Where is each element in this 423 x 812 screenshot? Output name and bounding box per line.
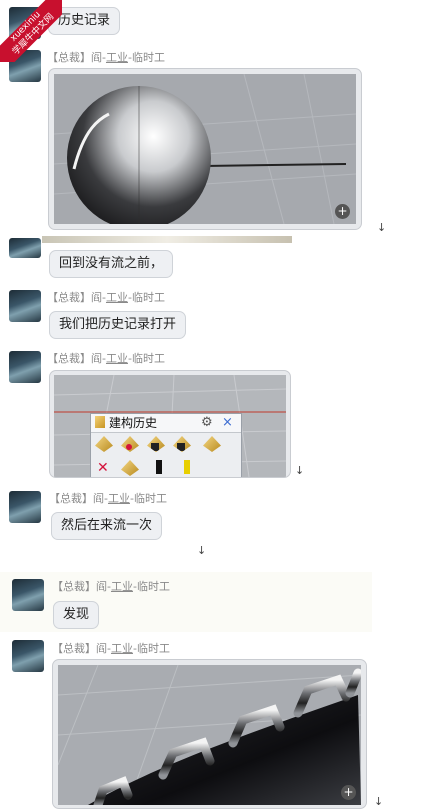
- sender-name-part: -临时工: [127, 291, 165, 304]
- zoom-in-icon[interactable]: +: [341, 785, 356, 800]
- panel-titlebar: 建构历史 ⚙ ×: [91, 414, 241, 433]
- sender-name-link[interactable]: 工业: [106, 352, 128, 365]
- sender-name: 【总裁】阎-工业-临时工: [47, 350, 165, 366]
- sender-name-part: 阎-: [96, 642, 111, 655]
- tube-render: [58, 665, 361, 805]
- avatar: [9, 238, 41, 258]
- avatar: [9, 491, 41, 523]
- rhino-viewport-image: +: [58, 665, 361, 805]
- zoom-in-icon[interactable]: +: [335, 204, 350, 219]
- gear-icon[interactable]: ⚙: [201, 414, 213, 431]
- update-history-button[interactable]: [147, 436, 165, 452]
- sender-name: 【总裁】阎-工业-临时工: [52, 640, 170, 656]
- close-icon[interactable]: ×: [222, 414, 233, 431]
- down-arrow-icon[interactable]: ↓: [295, 464, 304, 477]
- message-bubble: 发现: [53, 601, 100, 629]
- panel-title: 建构历史: [109, 416, 158, 430]
- history-icon: [95, 416, 105, 428]
- sender-name-part: 阎-: [93, 492, 108, 505]
- sender-name-part: 阎-: [96, 580, 111, 593]
- sender-tag: 【总裁】: [52, 642, 96, 655]
- sender-tag: 【总裁】: [47, 352, 91, 365]
- avatar: [12, 640, 44, 672]
- sender-name-part: 阎-: [91, 291, 106, 304]
- sphere-render: [54, 74, 356, 224]
- sender-name-part: -临时工: [127, 352, 165, 365]
- sender-name-part: 阎-: [91, 51, 106, 64]
- select-parent-button[interactable]: [151, 458, 169, 474]
- down-arrow-icon[interactable]: ↓: [377, 221, 386, 234]
- sender-name-link[interactable]: 工业: [111, 642, 133, 655]
- sender-name-link[interactable]: 工业: [106, 291, 128, 304]
- sender-name: 【总裁】阎-工业-临时工: [47, 49, 165, 65]
- message-bubble: 我们把历史记录打开: [49, 311, 187, 339]
- select-child-button[interactable]: [179, 458, 197, 474]
- sender-tag: 【总裁】: [47, 291, 91, 304]
- sender-name-part: -临时工: [132, 642, 170, 655]
- down-arrow-icon[interactable]: ↓: [197, 544, 206, 557]
- avatar: [12, 579, 44, 611]
- purge-history-button[interactable]: ✕: [95, 460, 113, 476]
- lock-child-button[interactable]: [173, 436, 191, 452]
- history-tool-button[interactable]: [95, 436, 113, 452]
- down-arrow-icon[interactable]: ↓: [374, 795, 383, 808]
- image-strip: [42, 236, 292, 243]
- image-message[interactable]: 建构历史 ⚙ × ✕: [49, 370, 291, 478]
- record-history-button[interactable]: [121, 436, 139, 452]
- message-bubble: 回到没有流之前，: [49, 250, 174, 278]
- sender-name-part: -临时工: [129, 492, 167, 505]
- build-history-panel: 建构历史 ⚙ × ✕: [90, 413, 242, 477]
- history-tool-button[interactable]: [121, 460, 139, 476]
- image-message[interactable]: +: [48, 68, 362, 230]
- sender-name-part: 阎-: [91, 352, 106, 365]
- watermark-logo: xuexiniu 学犀牛中文网: [0, 0, 62, 62]
- rhino-viewport-image: +: [54, 74, 356, 224]
- avatar: [9, 351, 41, 383]
- sender-name: 【总裁】阎-工业-临时工: [47, 289, 165, 305]
- watermark-text: 学犀牛中文网: [10, 11, 57, 58]
- sender-name-link[interactable]: 工业: [106, 51, 128, 64]
- sender-tag: 【总裁】: [52, 580, 96, 593]
- avatar: [9, 290, 41, 322]
- watermark-band: xuexiniu 学犀牛中文网: [0, 0, 62, 62]
- sender-name: 【总裁】阎-工业-临时工: [52, 578, 170, 594]
- sender-tag: 【总裁】: [49, 492, 93, 505]
- rhino-viewport-image: 建构历史 ⚙ × ✕: [54, 375, 286, 477]
- message-bubble: 然后在来流一次: [51, 512, 163, 540]
- image-message[interactable]: +: [52, 659, 367, 809]
- sender-name-part: -临时工: [127, 51, 165, 64]
- sender-name-link[interactable]: 工业: [108, 492, 130, 505]
- sender-name: 【总裁】阎-工业-临时工: [49, 490, 167, 506]
- sender-name-link[interactable]: 工业: [111, 580, 133, 593]
- lock-history-button[interactable]: [203, 436, 221, 452]
- sender-name-part: -临时工: [132, 580, 170, 593]
